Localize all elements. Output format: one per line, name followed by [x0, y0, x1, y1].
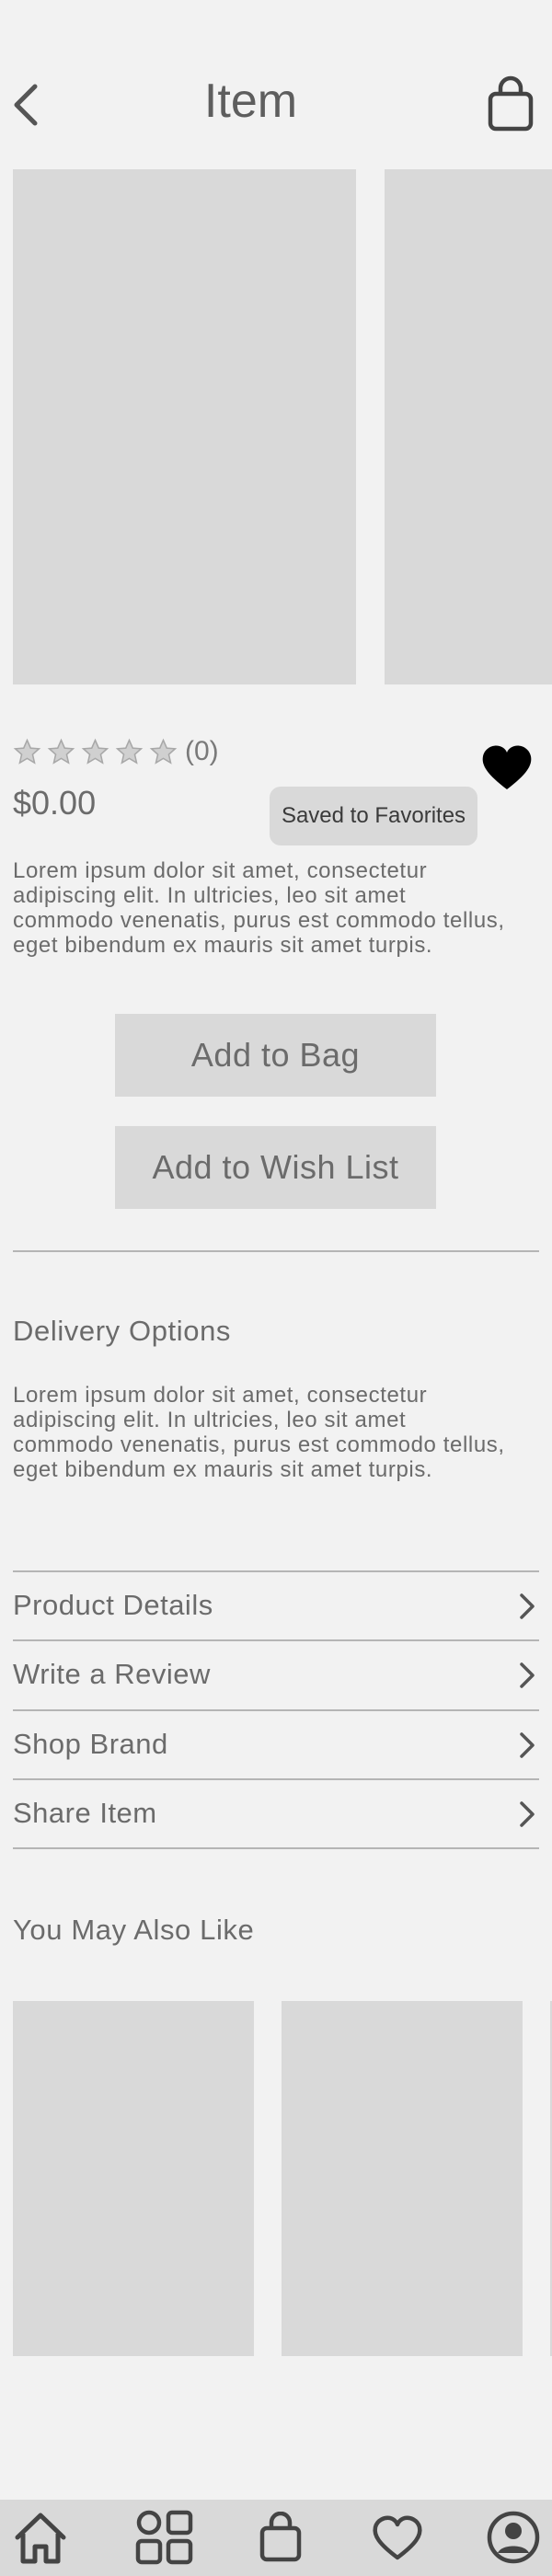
chevron-right-icon	[520, 1801, 535, 1827]
write-review-link[interactable]: Write a Review	[13, 1640, 539, 1708]
bag-button[interactable]	[483, 75, 538, 132]
heart-icon	[373, 2515, 422, 2560]
product-image	[13, 169, 356, 684]
link-label: Write a Review	[13, 1658, 211, 1690]
home-icon	[15, 2513, 66, 2564]
star-icon	[13, 738, 41, 765]
heart-filled-icon	[482, 745, 532, 789]
product-price: $0.00	[13, 784, 97, 822]
product-image-carousel[interactable]	[0, 169, 552, 684]
divider	[13, 1250, 539, 1252]
recommendations-carousel[interactable]	[0, 2001, 552, 2356]
link-label: Product Details	[13, 1589, 213, 1621]
nav-bag[interactable]	[248, 2507, 313, 2568]
shopping-bag-icon	[259, 2512, 302, 2562]
star-rating[interactable]: (0)	[13, 733, 219, 770]
recommended-item[interactable]	[13, 2001, 254, 2356]
chevron-right-icon	[520, 1593, 535, 1619]
chevron-right-icon	[520, 1662, 535, 1688]
recommended-item[interactable]	[282, 2001, 523, 2356]
link-label: Shop Brand	[13, 1728, 168, 1760]
nav-favorites[interactable]	[365, 2507, 430, 2568]
nav-home[interactable]	[8, 2507, 73, 2568]
bottom-navigation	[0, 2500, 552, 2576]
chevron-right-icon	[520, 1732, 535, 1758]
profile-icon	[487, 2511, 540, 2564]
shopping-bag-icon	[488, 75, 534, 132]
delivery-options-text: Lorem ipsum dolor sit amet, consectetur …	[13, 1383, 505, 1482]
star-icon	[115, 738, 144, 765]
nav-categories[interactable]	[132, 2507, 197, 2568]
review-count: (0)	[185, 736, 219, 766]
saved-to-favorites-toast: Saved to Favorites	[270, 787, 477, 845]
link-label: Share Item	[13, 1797, 157, 1829]
product-description: Lorem ipsum dolor sit amet, consectetur …	[13, 858, 505, 958]
add-to-wish-list-button[interactable]: Add to Wish List	[115, 1126, 436, 1209]
product-details-link[interactable]: Product Details	[13, 1571, 539, 1639]
nav-profile[interactable]	[481, 2507, 546, 2568]
page-title: Item	[203, 75, 298, 128]
you-may-also-like-title: You May Also Like	[13, 1914, 255, 1946]
star-icon	[81, 738, 109, 765]
favorite-button[interactable]	[480, 743, 534, 791]
delivery-options-title: Delivery Options	[13, 1315, 232, 1347]
divider	[13, 1847, 539, 1849]
add-to-bag-button[interactable]: Add to Bag	[115, 1014, 436, 1097]
star-icon	[149, 738, 178, 765]
star-icon	[47, 738, 75, 765]
product-image-next	[385, 169, 552, 684]
share-item-link[interactable]: Share Item	[13, 1779, 539, 1847]
shop-brand-link[interactable]: Shop Brand	[13, 1710, 539, 1778]
categories-grid-icon	[135, 2510, 193, 2565]
